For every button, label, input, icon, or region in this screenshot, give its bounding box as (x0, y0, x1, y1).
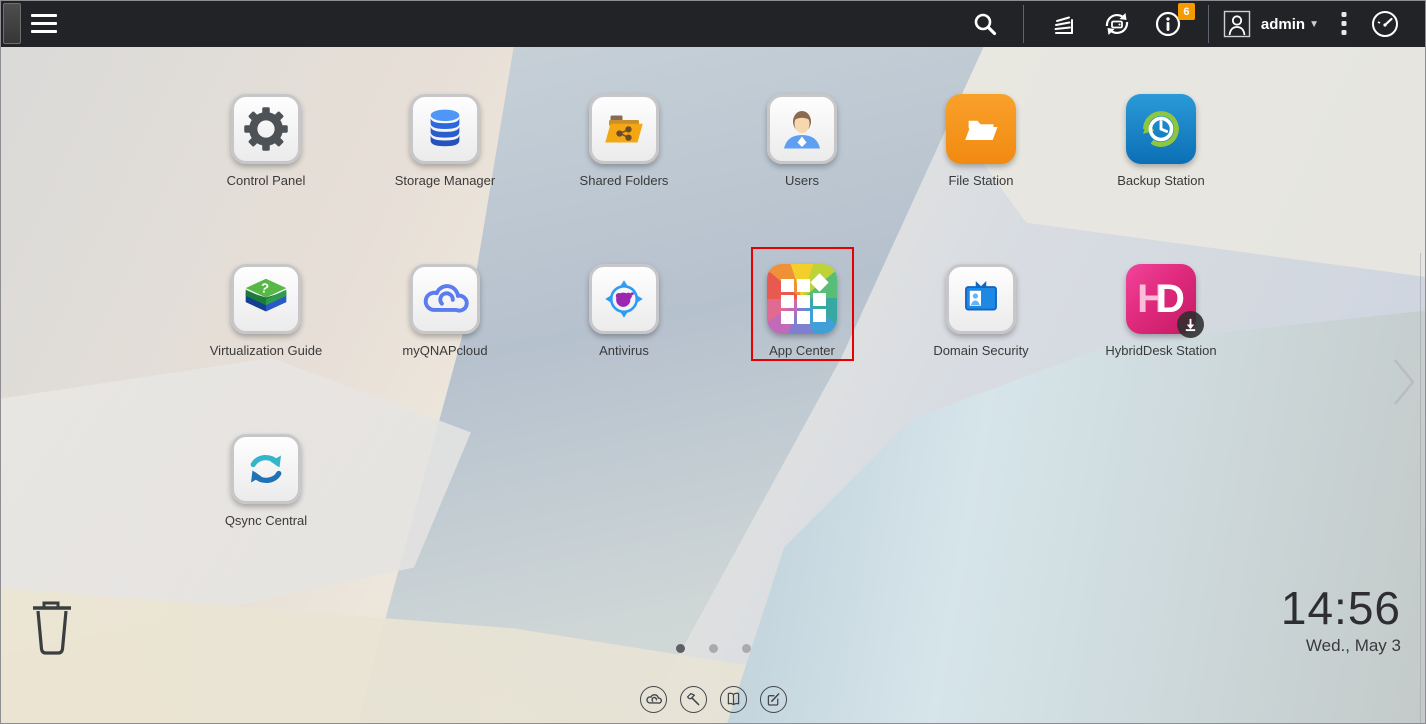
app-icon-domain-security[interactable]: Domain Security (891, 264, 1071, 360)
app-icon-myqnapcloud[interactable]: myQNAPcloud (355, 264, 535, 360)
window-edge-tab (3, 3, 21, 44)
id-badge-icon (946, 264, 1016, 334)
app-icon-file-station[interactable]: File Station (891, 94, 1071, 190)
user-menu[interactable]: admin ▼ (1251, 16, 1329, 33)
gear-icon (231, 94, 301, 164)
dashboard-gauge-icon[interactable] (1370, 9, 1400, 39)
app-icon-shared-folders[interactable]: Shared Folders (534, 94, 714, 190)
main-menu-button[interactable] (31, 14, 57, 34)
page-dot[interactable] (709, 644, 718, 653)
shared-folder-icon (589, 94, 659, 164)
topbar-divider (1023, 5, 1024, 43)
icon-label: App Center (769, 343, 835, 358)
icon-label: Domain Security (933, 343, 1028, 358)
user-avatar[interactable] (1223, 10, 1251, 38)
download-badge-icon (1177, 311, 1204, 338)
app-icon-users[interactable]: Users (712, 94, 892, 190)
myqnapcloud-link-icon[interactable] (640, 686, 667, 713)
username-label: admin (1261, 16, 1305, 33)
app-icon-app-center[interactable]: App Center (712, 264, 892, 360)
firmware-sync-icon[interactable] (1101, 9, 1133, 39)
icon-label: HybridDesk Station (1105, 343, 1216, 358)
app-icon-virtualization-guide[interactable]: ? Virtualization Guide (176, 264, 356, 360)
bottom-dock (1, 686, 1425, 713)
page-dot[interactable] (742, 644, 751, 653)
folder-icon (946, 94, 1016, 164)
icon-label: Qsync Central (225, 513, 307, 528)
topbar-divider (1208, 5, 1209, 43)
virtualization-box-icon: ? (231, 264, 301, 334)
next-page-chevron-icon[interactable] (1391, 356, 1417, 413)
app-icon-hybriddesk-station[interactable]: H D HybridDesk Station (1071, 264, 1251, 360)
backup-clock-icon (1126, 94, 1196, 164)
app-grid-icon (767, 264, 837, 334)
icon-label: Antivirus (599, 343, 649, 358)
topbar-right-group: 6 admin ▼ (961, 1, 1425, 47)
chevron-down-icon: ▼ (1309, 19, 1319, 30)
app-icon-antivirus[interactable]: Antivirus (534, 264, 714, 360)
notification-badge: 6 (1178, 3, 1195, 20)
utilities-hammer-icon[interactable] (680, 686, 707, 713)
notifications-icon[interactable]: 6 (1155, 10, 1183, 38)
feedback-note-icon[interactable] (760, 686, 787, 713)
qnap-desktop: 6 admin ▼ (0, 0, 1426, 724)
icon-label: Backup Station (1117, 173, 1204, 188)
icon-label: Storage Manager (395, 173, 495, 188)
database-icon (410, 94, 480, 164)
app-icon-backup-station[interactable]: Backup Station (1071, 94, 1251, 190)
background-tasks-icon[interactable] (1049, 10, 1079, 38)
icon-label: Virtualization Guide (210, 343, 323, 358)
icon-label: myQNAPcloud (402, 343, 487, 358)
icon-label: File Station (948, 173, 1013, 188)
search-icon[interactable] (972, 11, 998, 37)
manual-book-icon[interactable] (720, 686, 747, 713)
icon-label: Control Panel (227, 173, 306, 188)
app-icon-control-panel[interactable]: Control Panel (176, 94, 356, 190)
more-options-icon[interactable] (1340, 11, 1348, 37)
hd-letters-icon: H D (1126, 264, 1196, 334)
icon-label: Users (785, 173, 819, 188)
antivirus-target-icon (589, 264, 659, 334)
app-icon-qsync-central[interactable]: Qsync Central (176, 434, 356, 530)
page-dot[interactable] (676, 644, 685, 653)
app-icon-storage-manager[interactable]: Storage Manager (355, 94, 535, 190)
clock-time: 14:56 (1281, 584, 1401, 632)
icon-label: Shared Folders (580, 173, 669, 188)
top-bar: 6 admin ▼ (1, 1, 1425, 47)
user-icon (767, 94, 837, 164)
sync-arrows-icon (231, 434, 301, 504)
cloud-icon (410, 264, 480, 334)
page-indicator (1, 644, 1425, 653)
